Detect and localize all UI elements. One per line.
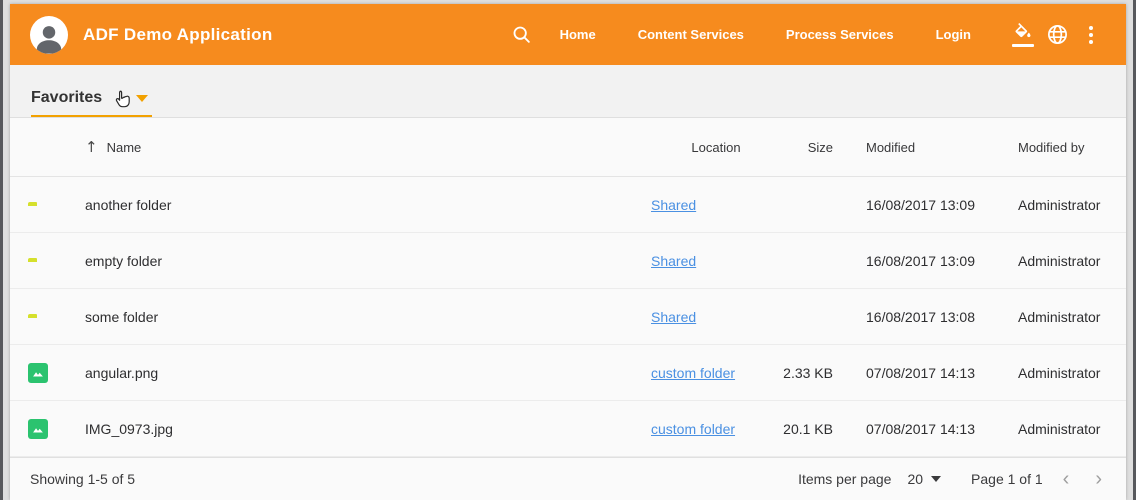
app-title: ADF Demo Application [83,25,273,45]
table-row[interactable]: some folder Shared 16/08/2017 13:08 Admi… [10,289,1126,345]
nav-content-services[interactable]: Content Services [617,19,765,50]
location-link[interactable]: Shared [651,309,696,325]
location-link[interactable]: Shared [651,253,696,269]
file-name[interactable]: some folder [68,309,651,325]
screenshot-frame: ADF Demo Application Home Content Servic… [0,0,1136,500]
image-file-icon [28,419,48,439]
table-row[interactable]: empty folder Shared 16/08/2017 13:09 Adm… [10,233,1126,289]
table-header-row: ↑ Name Location Size Modified Modified b… [10,118,1126,177]
table-row[interactable]: another folder Shared 16/08/2017 13:09 A… [10,177,1126,233]
location-link[interactable]: Shared [651,197,696,213]
chevron-down-icon [136,95,148,102]
file-name[interactable]: another folder [68,197,651,213]
column-header-modified[interactable]: Modified [866,140,1018,155]
person-icon [32,22,66,54]
modified-by: Administrator [1018,253,1126,269]
favorites-label: Favorites [31,89,102,107]
page-indicator: Page 1 of 1 [971,471,1043,487]
column-header-location[interactable]: Location [651,140,781,155]
view-switcher-bar: Favorites [10,65,1126,118]
app-header: ADF Demo Application Home Content Servic… [10,4,1126,65]
table-row[interactable]: angular.png custom folder 2.33 KB 07/08/… [10,345,1126,401]
color-underline [1012,44,1034,47]
modified-by: Administrator [1018,309,1126,325]
language-globe-icon[interactable] [1040,18,1074,52]
next-page-button[interactable]: › [1089,469,1108,489]
kebab-menu-icon[interactable] [1074,18,1108,52]
favorites-dropdown[interactable]: Favorites [31,89,152,117]
nav-login[interactable]: Login [915,19,992,50]
main-nav: Home Content Services Process Services L… [539,19,992,50]
adf-demo-app: ADF Demo Application Home Content Servic… [10,4,1126,500]
column-header-modified-by[interactable]: Modified by [1018,140,1126,155]
modified-by: Administrator [1018,197,1126,213]
document-list: ↑ Name Location Size Modified Modified b… [10,118,1126,457]
modified-date: 16/08/2017 13:08 [866,309,1018,325]
items-per-page-label: Items per page [798,471,891,487]
sort-ascending-icon: ↑ [85,138,98,156]
location-link[interactable]: custom folder [651,365,735,381]
items-per-page: Items per page 20 [798,471,941,487]
modified-by: Administrator [1018,421,1126,437]
modified-date: 07/08/2017 14:13 [866,421,1018,437]
modified-by: Administrator [1018,365,1126,381]
location-link[interactable]: custom folder [651,421,735,437]
search-icon[interactable] [505,18,539,52]
column-header-size[interactable]: Size [781,140,833,155]
showing-count: Showing 1-5 of 5 [30,471,135,487]
paginator: Showing 1-5 of 5 Items per page 20 Page … [10,457,1126,500]
format-color-fill-icon[interactable] [1006,18,1040,52]
items-per-page-value: 20 [907,471,923,487]
file-size: 2.33 KB [781,365,833,381]
table-row[interactable]: IMG_0973.jpg custom folder 20.1 KB 07/08… [10,401,1126,457]
chevron-down-icon [931,476,941,482]
nav-process-services[interactable]: Process Services [765,19,915,50]
avatar [30,16,68,54]
modified-date: 16/08/2017 13:09 [866,253,1018,269]
file-name[interactable]: empty folder [68,253,651,269]
column-header-name[interactable]: ↑ Name [68,138,651,156]
file-size: 20.1 KB [781,421,833,437]
image-file-icon [28,363,48,383]
nav-home[interactable]: Home [539,19,617,50]
modified-date: 16/08/2017 13:09 [866,197,1018,213]
file-name[interactable]: IMG_0973.jpg [68,421,651,437]
file-name[interactable]: angular.png [68,365,651,381]
modified-date: 07/08/2017 14:13 [866,365,1018,381]
items-per-page-select[interactable]: 20 [907,471,941,487]
previous-page-button[interactable]: ‹ [1057,469,1076,489]
